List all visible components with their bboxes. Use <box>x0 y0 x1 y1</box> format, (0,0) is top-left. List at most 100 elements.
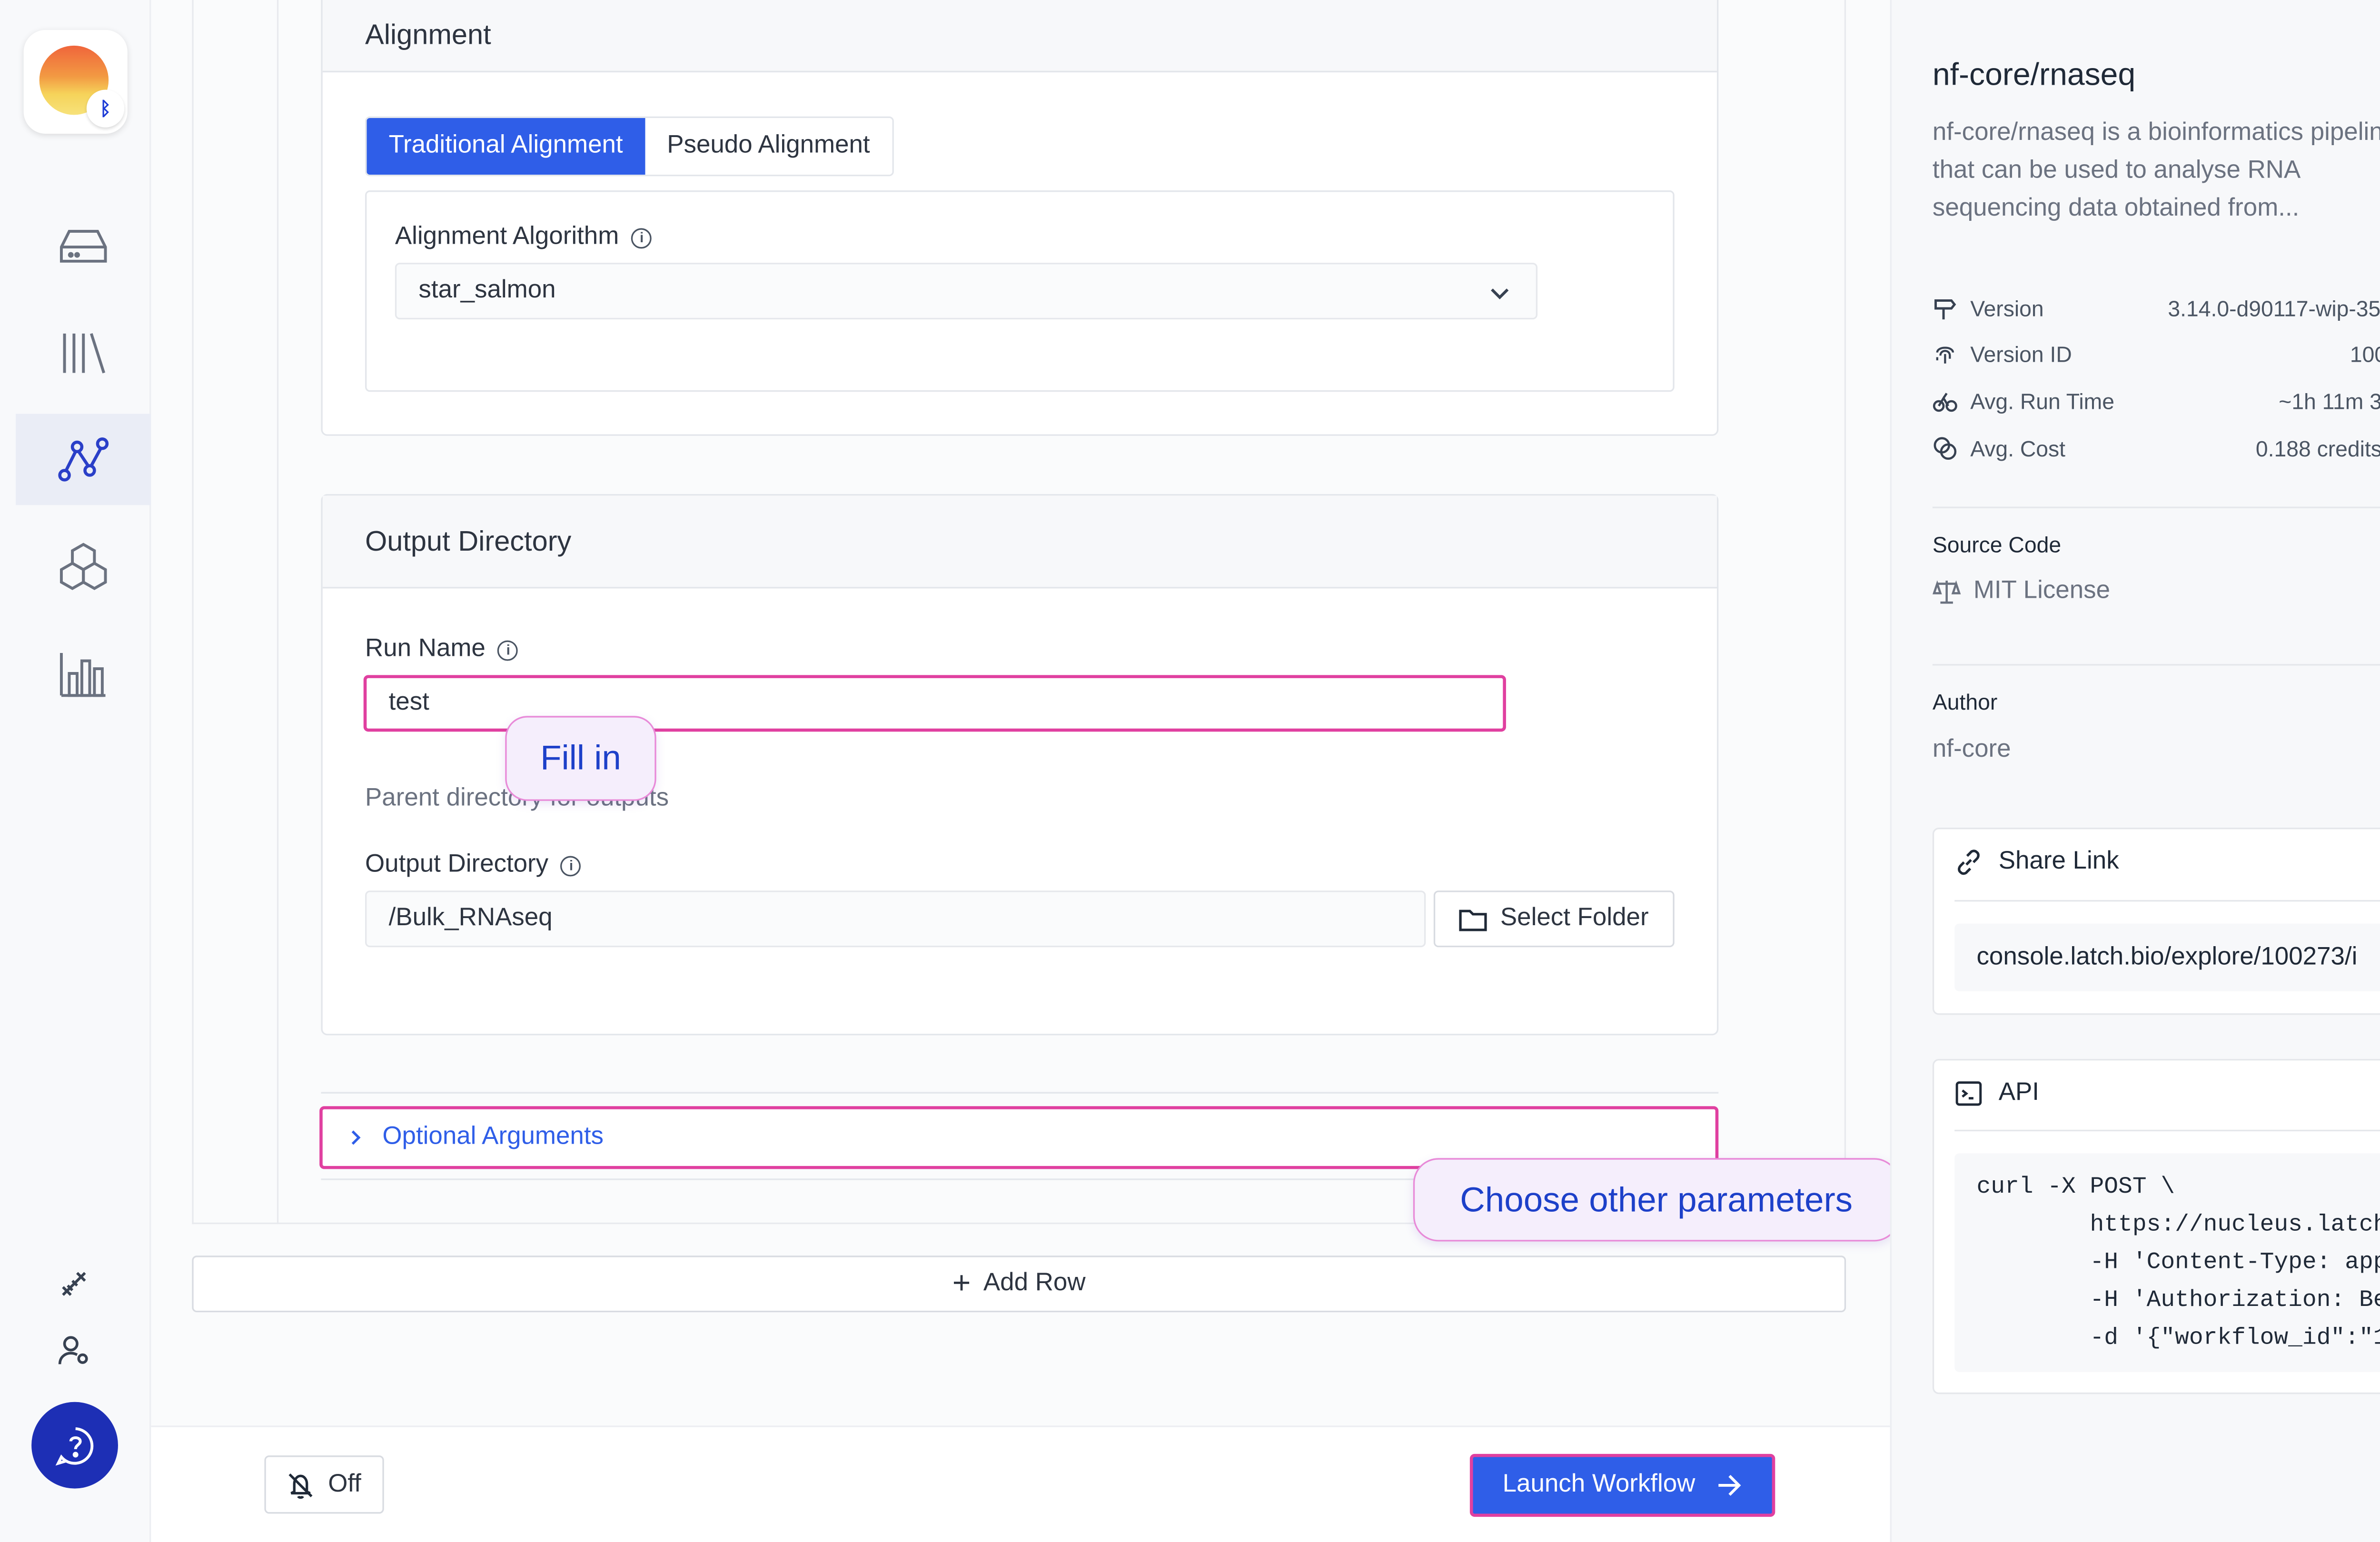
signpost-icon <box>1934 299 1956 320</box>
share-link-header: Share Link <box>1954 848 2119 877</box>
api-code-line: -d '{"workflow_id":"100273" <box>2090 1325 2380 1352</box>
run-name-value: test <box>388 689 429 716</box>
meta-cost-value: 0.188 credits/min <box>2255 435 2380 461</box>
bell-off-icon <box>289 1473 314 1498</box>
algorithm-select[interactable]: star_salmon <box>395 263 1538 320</box>
alignment-header: Alignment <box>322 0 1717 73</box>
output-directory-header: Output Directory <box>322 495 1717 589</box>
meta-avg-cost: Avg. Cost 0.188 credits/min <box>1933 431 2380 466</box>
optional-divider <box>321 1092 1719 1094</box>
tab-pseudo-alignment[interactable]: Pseudo Alignment <box>645 118 892 175</box>
launch-workflow-button[interactable]: Launch Workflow <box>1469 1453 1775 1517</box>
algorithm-label-text: Alignment Algorithm <box>395 223 619 250</box>
fill-in-text: Fill in <box>540 738 621 778</box>
output-dir-value: /Bulk_RNAseq <box>388 905 553 932</box>
notifications-toggle[interactable]: Off <box>264 1455 384 1514</box>
api-code-block[interactable]: curl -X POST \ https://nucleus.latch.bio… <box>1954 1153 2380 1372</box>
meta-run-time-key: Avg. Run Time <box>1970 388 2114 414</box>
meta-run-time-value: ~1h 11m 30.2s <box>2279 388 2380 414</box>
help-chat-button[interactable] <box>31 1402 118 1489</box>
app-logo[interactable]: ᛒ <box>23 30 128 134</box>
help-question-icon <box>54 1426 93 1465</box>
choose-params-callout: Choose other parameters <box>1413 1158 1900 1242</box>
nav-plots[interactable] <box>16 628 151 719</box>
alignment-title: Alignment <box>365 19 491 50</box>
output-dir-label-text: Output Directory <box>365 851 549 878</box>
chevron-down-icon <box>1491 288 1509 300</box>
meta-avg-run-time: Avg. Run Time ~1h 11m 30.2s <box>1933 384 2380 419</box>
drive-icon <box>60 230 107 263</box>
tab-traditional-alignment[interactable]: Traditional Alignment <box>367 118 645 175</box>
table-border-inner <box>277 0 279 1225</box>
author-value: nf-core <box>1932 736 2011 763</box>
run-name-label: Run Name i <box>365 634 519 665</box>
plots-icon <box>60 653 106 697</box>
table-border-left <box>192 0 194 1225</box>
algorithm-value: star_salmon <box>418 277 556 304</box>
source-code-label: Source Code <box>1932 532 2062 557</box>
coins-icon <box>1934 437 1957 460</box>
info-icon[interactable]: i <box>498 639 519 660</box>
algorithm-label: Alignment Algorithm i <box>395 222 652 253</box>
info-icon[interactable]: i <box>561 855 582 876</box>
output-dir-input[interactable]: /Bulk_RNAseq <box>365 890 1426 948</box>
workflow-title: nf-core/rnaseq <box>1932 58 2136 93</box>
table-border-right <box>1844 0 1846 1225</box>
arrow-right-icon <box>1718 1475 1742 1496</box>
select-folder-button[interactable]: Select Folder <box>1433 890 1675 948</box>
meta-version: Version 3.14.0-d90117-wip-35135f <box>1933 291 2380 326</box>
panel-divider <box>1932 664 2380 666</box>
add-row-button[interactable]: + Add Row <box>192 1255 1846 1313</box>
info-icon[interactable]: i <box>631 227 652 248</box>
share-divider <box>1954 900 2380 902</box>
share-link-url[interactable]: console.latch.bio/explore/100273/i <box>1954 923 2380 991</box>
choose-params-text: Choose other parameters <box>1460 1179 1853 1219</box>
link-icon <box>1958 850 1980 875</box>
author-label: Author <box>1932 689 1998 714</box>
plus-icon: + <box>952 1266 971 1302</box>
meta-version-key: Version <box>1970 296 2044 321</box>
license-link[interactable]: MIT License <box>1932 577 2111 606</box>
launch-workflow-label: Launch Workflow <box>1502 1471 1696 1498</box>
api-code-line: -H 'Authorization: Bearer ey <box>2090 1287 2380 1314</box>
panel-divider <box>1932 506 2380 508</box>
add-row-label: Add Row <box>983 1270 1086 1297</box>
api-divider <box>1954 1129 2380 1132</box>
nav-registry[interactable] <box>16 521 151 612</box>
api-title: API <box>1998 1079 2040 1107</box>
scale-icon <box>1932 580 1961 604</box>
meta-version-id-value: 100273 <box>2350 341 2380 367</box>
chevron-right-icon <box>351 1130 361 1145</box>
fingerprint-icon <box>1936 346 1954 364</box>
api-code-line: curl -X POST \ <box>1976 1174 2175 1201</box>
meta-version-id-key: Version ID <box>1970 341 2072 367</box>
share-link-title: Share Link <box>1998 848 2119 875</box>
run-name-label-text: Run Name <box>365 635 486 662</box>
output-directory-title: Output Directory <box>365 524 572 556</box>
workflows-icon <box>58 437 109 482</box>
notifications-label: Off <box>328 1470 361 1497</box>
nav-library[interactable] <box>16 307 151 398</box>
dna-icon[interactable] <box>57 1266 91 1301</box>
license-text: MIT License <box>1973 577 2111 604</box>
share-url-text: console.latch.bio/explore/100273/i <box>1976 943 2358 970</box>
bluetooth-badge-icon: ᛒ <box>86 89 125 128</box>
meta-version-id: Version ID 100273 <box>1933 337 2380 372</box>
api-header: API <box>1954 1079 2039 1108</box>
api-code-line: https://nucleus.latch.bio/sd <box>2090 1211 2380 1238</box>
fill-in-callout: Fill in <box>505 716 656 801</box>
registry-icon <box>60 543 107 590</box>
nav-workflows[interactable] <box>16 414 151 505</box>
optional-arguments-label: Optional Arguments <box>382 1123 604 1150</box>
terminal-icon <box>1955 1081 1982 1106</box>
alignment-tabs: Traditional Alignment Pseudo Alignment <box>365 116 894 177</box>
folder-icon <box>1459 909 1488 931</box>
api-code-line: -H 'Content-Type: applicati <box>2090 1249 2380 1276</box>
output-dir-label: Output Directory i <box>365 850 582 881</box>
user-settings-icon[interactable] <box>57 1333 91 1367</box>
nav-drive[interactable] <box>16 200 151 291</box>
workflow-description: nf-core/rnaseq is a bioinformatics pipel… <box>1932 119 2380 222</box>
select-folder-label: Select Folder <box>1500 905 1649 932</box>
meta-cost-key: Avg. Cost <box>1970 435 2066 461</box>
library-icon <box>63 333 106 374</box>
